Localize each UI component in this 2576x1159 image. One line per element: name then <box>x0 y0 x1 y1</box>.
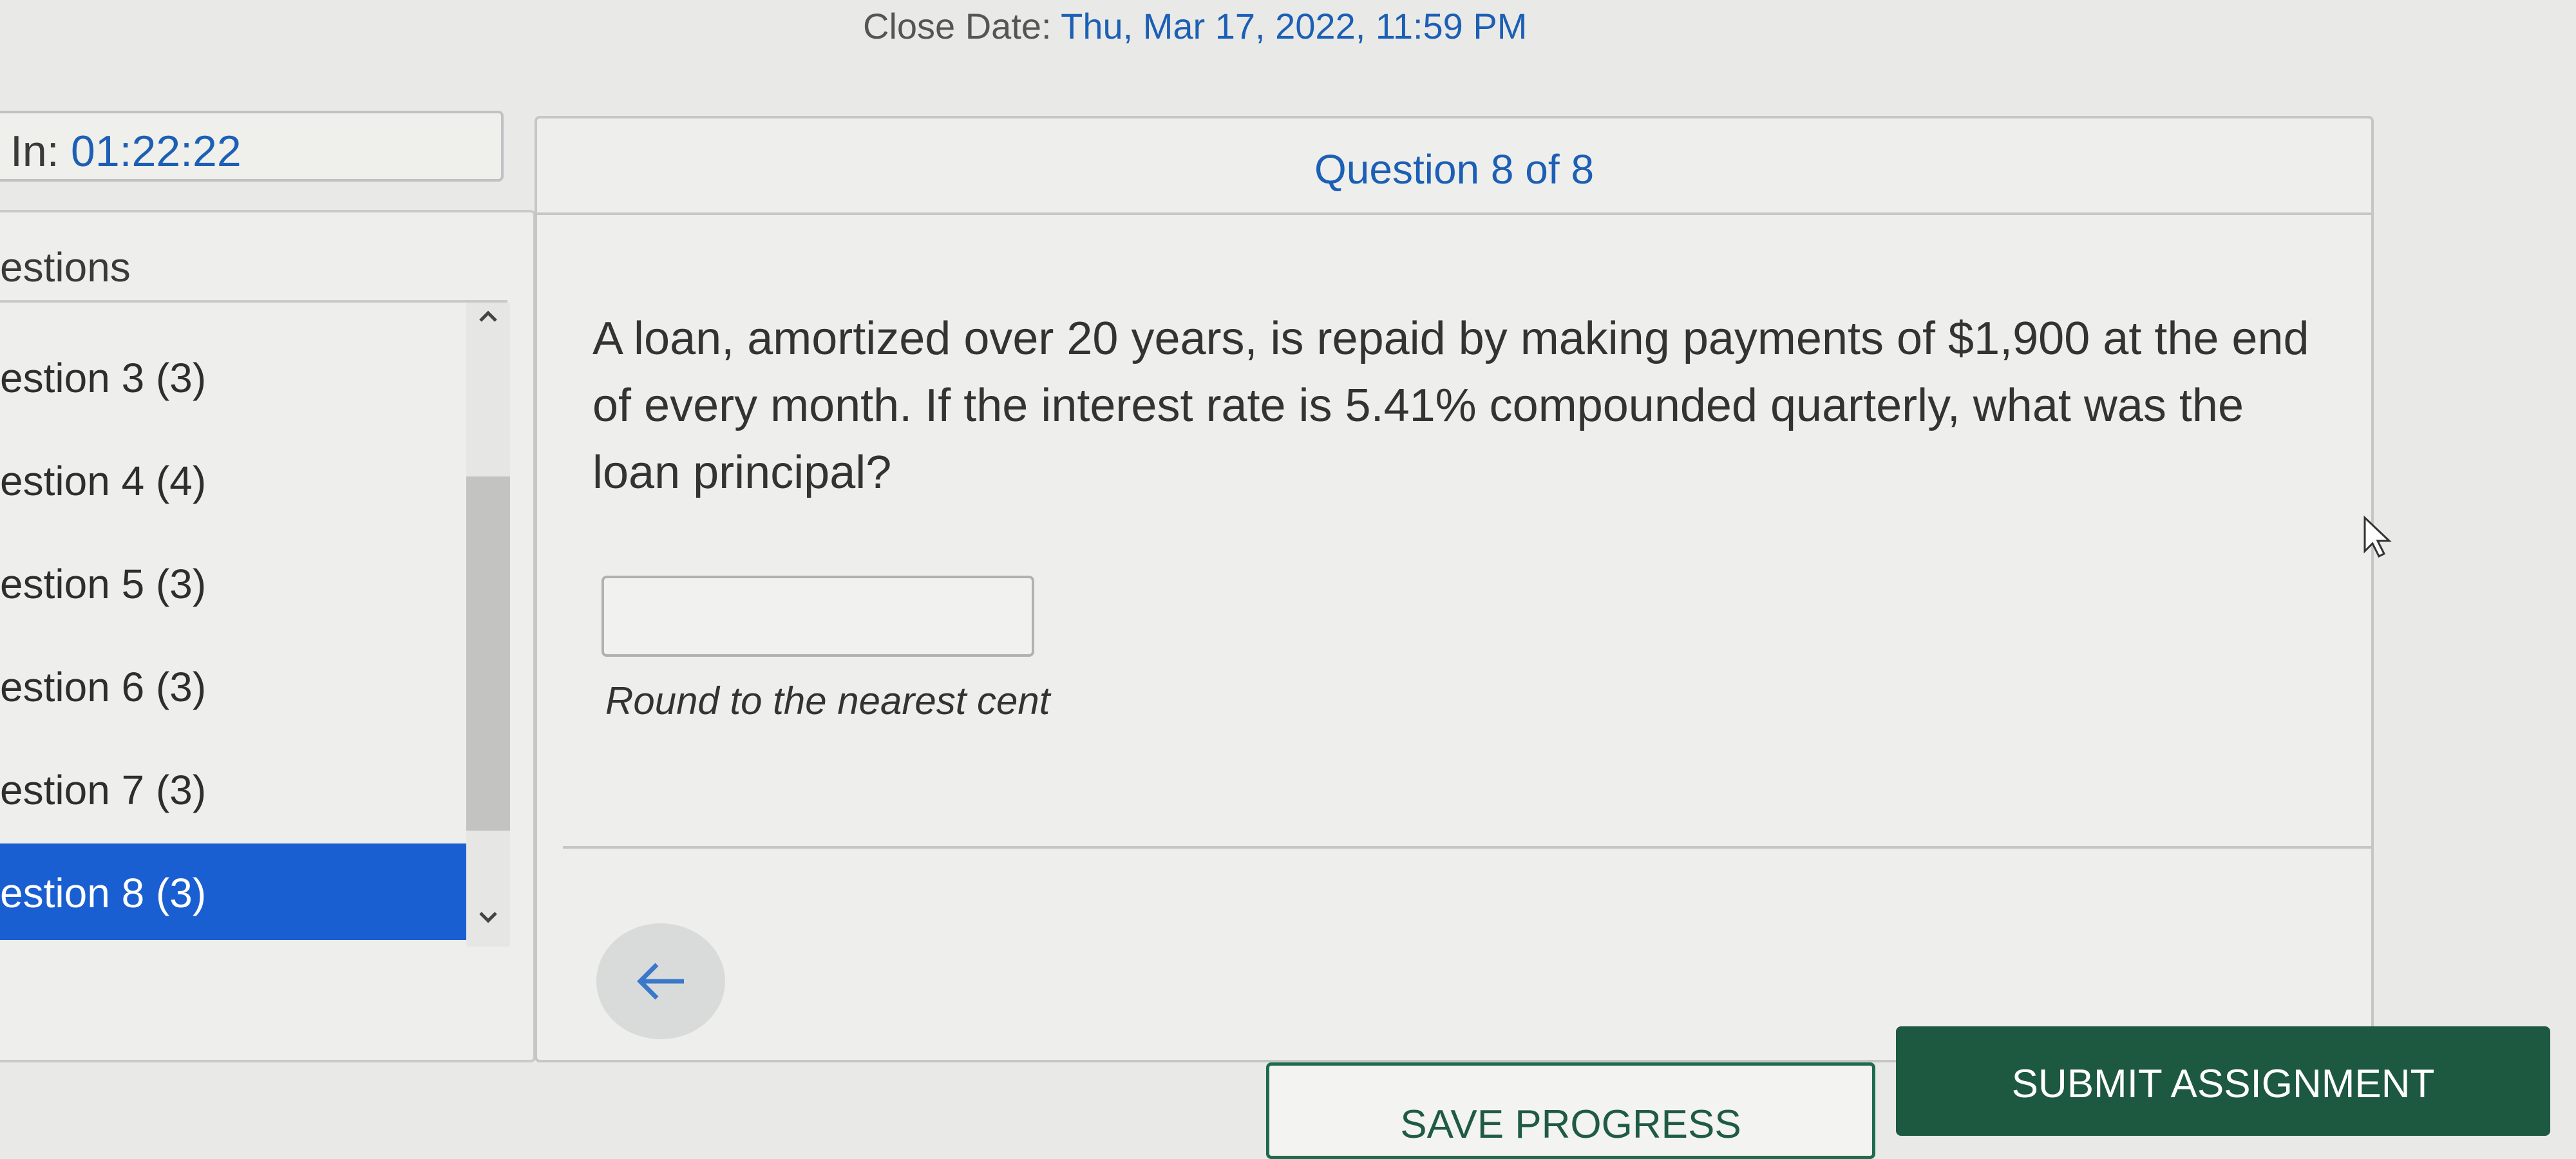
close-date-value: Thu, Mar 17, 2022, 11:59 PM <box>1061 6 1528 46</box>
save-progress-label: SAVE PROGRESS <box>1400 1102 1741 1147</box>
question-nav-item-3[interactable]: estion 3 (3) <box>0 328 479 425</box>
submit-assignment-label: SUBMIT ASSIGNMENT <box>2011 1062 2435 1106</box>
arrow-left-icon <box>637 963 684 1000</box>
answer-hint: Round to the nearest cent <box>605 679 1050 722</box>
question-nav-label: estion 5 (3) <box>0 561 207 607</box>
question-nav-item-7[interactable]: estion 7 (3) <box>0 740 479 837</box>
scrollbar-thumb[interactable] <box>466 476 510 831</box>
submit-assignment-button[interactable]: SUBMIT ASSIGNMENT <box>1896 1026 2550 1136</box>
chevron-up-icon[interactable] <box>471 303 505 336</box>
timer-value: 01:22:22 <box>71 127 242 176</box>
mouse-pointer-icon <box>2362 515 2394 563</box>
previous-question-button[interactable] <box>596 923 725 1039</box>
chevron-down-icon[interactable] <box>471 903 505 936</box>
questions-panel-header: estions <box>0 212 507 303</box>
question-nav-label: estion 4 (4) <box>0 458 207 504</box>
question-nav-item-4[interactable]: estion 4 (4) <box>0 431 479 528</box>
time-remaining-box: In: 01:22:22 <box>0 111 504 182</box>
close-date-label: Close Date: <box>863 6 1052 46</box>
question-nav-label: estion 3 (3) <box>0 355 207 401</box>
save-progress-button[interactable]: SAVE PROGRESS <box>1266 1062 1875 1159</box>
questions-panel-title: estions <box>0 244 131 290</box>
question-card-header: Question 8 of 8 <box>537 118 2371 215</box>
questions-list: estion 3 (3) estion 4 (4) estion 5 (3) e… <box>0 303 479 947</box>
assignment-page: Close Date: Thu, Mar 17, 2022, 11:59 PM … <box>0 0 2576 1159</box>
answer-input[interactable] <box>601 576 1034 657</box>
questions-scrollbar[interactable] <box>466 303 510 947</box>
question-nav-label: estion 6 (3) <box>0 664 207 710</box>
card-divider <box>563 846 2371 849</box>
close-date: Close Date: Thu, Mar 17, 2022, 11:59 PM <box>863 5 1527 47</box>
question-counter: Question 8 of 8 <box>1314 146 1595 193</box>
question-nav-label: estion 8 (3) <box>0 870 207 916</box>
question-nav-item-8[interactable]: estion 8 (3) <box>0 843 479 940</box>
questions-panel: estions estion 3 (3) estion 4 (4) estion… <box>0 210 536 1062</box>
question-nav-label: estion 7 (3) <box>0 767 207 813</box>
question-nav-item-6[interactable]: estion 6 (3) <box>0 637 479 734</box>
timer-label: In: <box>10 127 59 176</box>
question-text: A loan, amortized over 20 years, is repa… <box>592 313 2309 498</box>
question-card: Question 8 of 8 A loan, amortized over 2… <box>535 116 2374 1062</box>
question-nav-item-5[interactable]: estion 5 (3) <box>0 534 479 631</box>
